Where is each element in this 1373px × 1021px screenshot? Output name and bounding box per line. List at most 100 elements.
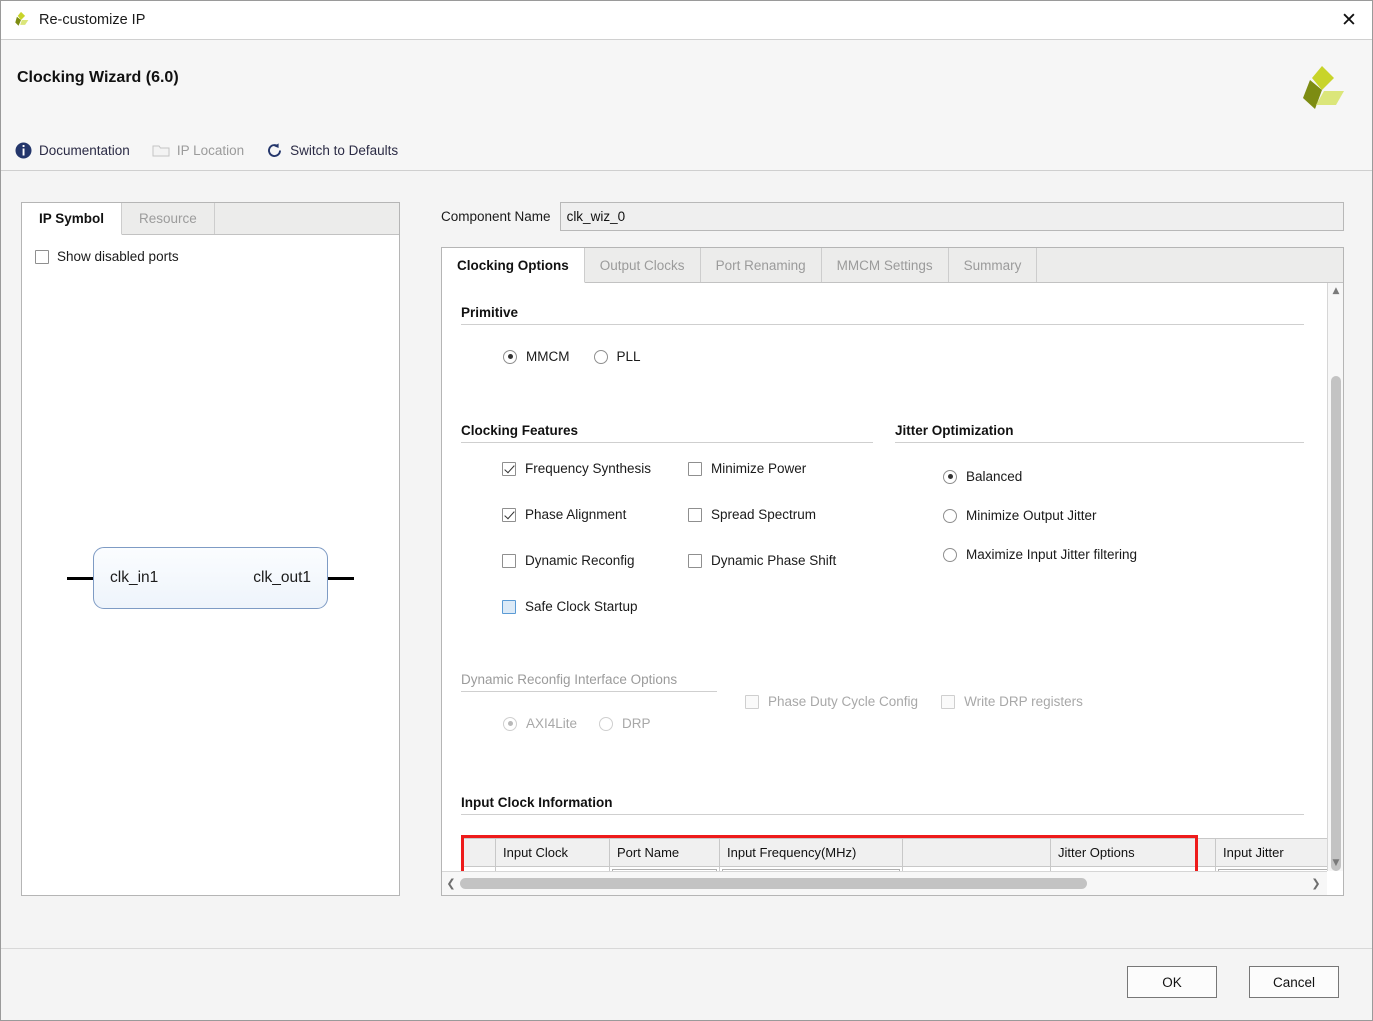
checkbox-box (941, 694, 956, 709)
title-bar: Re-customize IP ✕ (1, 1, 1372, 40)
tab-output-clocks[interactable]: Output Clocks (585, 248, 701, 282)
input-clock-information-title: Input Clock Information (461, 795, 613, 810)
switch-to-defaults-label: Switch to Defaults (290, 142, 399, 158)
radio-pll[interactable]: PLL (593, 349, 641, 364)
clocking-features-title: Clocking Features (461, 423, 579, 438)
ok-button[interactable]: OK (1127, 966, 1217, 998)
ip-symbol-tabstrip: IP Symbol Resource (22, 203, 399, 235)
col-port-name: Port Name (609, 838, 720, 867)
radio-indicator (943, 547, 957, 562)
output-port-label: clk_out1 (253, 569, 311, 586)
spread-spectrum-label: Spread Spectrum (711, 507, 817, 522)
write-drp-registers-label: Write DRP registers (964, 694, 1083, 709)
maximize-input-jitter-filtering-label: Maximize Input Jitter filtering (966, 547, 1138, 562)
axi4lite-label: AXI4Lite (526, 716, 578, 731)
checkbox-dynamic-phase-shift[interactable]: Dynamic Phase Shift (688, 553, 836, 568)
show-disabled-ports-checkbox[interactable]: Show disabled ports (35, 249, 179, 264)
settings-tabbox: Clocking Options Output Clocks Port Rena… (441, 247, 1344, 896)
col-frequency-range (902, 838, 1051, 867)
configuration-panel: Component Name clk_wiz_0 Clocking Option… (441, 202, 1344, 896)
input-port-stub (67, 576, 93, 580)
checkbox-box (688, 461, 702, 476)
primitive-section: Primitive (461, 305, 1304, 325)
dialog-body: IP Symbol Resource Show disabled ports c… (1, 171, 1372, 948)
input-clock-table-wrap: Input Clock Port Name Input Frequency(MH… (461, 838, 1327, 871)
checkbox-box (502, 599, 516, 614)
tab-port-renaming[interactable]: Port Renaming (701, 248, 822, 282)
dynamic-reconfig-label: Dynamic Reconfig (525, 553, 635, 568)
scroll-down-icon[interactable]: ▼ (1328, 855, 1344, 871)
col-input-frequency: Input Frequency(MHz) (719, 838, 903, 867)
vertical-scrollbar-thumb[interactable] (1331, 376, 1341, 871)
checkbox-spread-spectrum[interactable]: Spread Spectrum (688, 507, 836, 522)
scroll-up-icon[interactable]: ▲ (1328, 283, 1344, 299)
tabstrip-filler (1037, 248, 1343, 282)
minimize-output-jitter-label: Minimize Output Jitter (966, 508, 1097, 523)
component-name-input[interactable]: clk_wiz_0 (559, 202, 1344, 231)
checkbox-minimize-power[interactable]: Minimize Power (688, 461, 836, 476)
radio-balanced[interactable]: Balanced (943, 469, 1137, 484)
checkbox-phase-alignment[interactable]: Phase Alignment (502, 507, 651, 522)
radio-minimize-output-jitter[interactable]: Minimize Output Jitter (943, 508, 1137, 523)
dynamic-reconfig-rule (461, 691, 717, 692)
documentation-button[interactable]: Documentation (15, 142, 130, 159)
checkbox-box (688, 553, 702, 568)
info-icon (15, 142, 32, 158)
xilinx-logo-icon (15, 11, 29, 26)
tab-resource[interactable]: Resource (122, 203, 215, 234)
component-name-row: Component Name clk_wiz_0 (441, 202, 1344, 231)
col-input-jitter: Input Jitter (1215, 838, 1327, 867)
horizontal-scrollbar-thumb[interactable] (460, 878, 1087, 889)
window-title: Re-customize IP (39, 12, 146, 28)
radio-mmcm[interactable]: MMCM (503, 349, 570, 364)
tab-clocking-options[interactable]: Clocking Options (442, 248, 585, 283)
checkbox-frequency-synthesis[interactable]: Frequency Synthesis (502, 461, 651, 476)
clocking-features-col2: Minimize Power Spread Spectrum Dynamic P… (688, 461, 836, 568)
close-icon[interactable]: ✕ (1334, 7, 1364, 33)
refresh-icon (268, 142, 282, 157)
input-port-label: clk_in1 (110, 569, 159, 586)
vertical-scrollbar[interactable]: ▲ ▼ (1327, 283, 1343, 871)
dialog-header: Clocking Wizard (6.0) (1, 40, 1372, 130)
checkbox-box (688, 507, 702, 522)
checkbox-box (502, 507, 516, 522)
jitter-optimization-rule (895, 442, 1304, 443)
jitter-optimization-radio-group: Balanced Minimize Output Jitter Maximize… (943, 469, 1137, 562)
tab-mmcm-settings[interactable]: MMCM Settings (822, 248, 949, 282)
dynamic-reconfig-title: Dynamic Reconfig Interface Options (461, 672, 678, 687)
dynamic-phase-shift-label: Dynamic Phase Shift (711, 553, 837, 568)
checkbox-safe-clock-startup[interactable]: Safe Clock Startup (502, 599, 651, 614)
output-port-stub (328, 576, 354, 580)
switch-to-defaults-button[interactable]: Switch to Defaults (266, 142, 398, 159)
clocking-features-rule (461, 442, 873, 443)
phase-duty-cycle-config-label: Phase Duty Cycle Config (768, 694, 919, 709)
checkbox-write-drp-registers[interactable]: Write DRP registers (941, 694, 1083, 709)
col-select (461, 838, 496, 867)
radio-mmcm-label: MMCM (526, 349, 570, 364)
ip-symbol-diagram: clk_in1 clk_out1 (22, 533, 399, 623)
radio-axi4lite[interactable]: AXI4Lite (503, 716, 577, 731)
component-name-label: Component Name (441, 209, 551, 224)
checkbox-dynamic-reconfig[interactable]: Dynamic Reconfig (502, 553, 651, 568)
ip-location-button[interactable]: IP Location (152, 143, 244, 158)
phase-alignment-label: Phase Alignment (525, 507, 627, 522)
radio-drp[interactable]: DRP (599, 716, 651, 731)
checkbox-phase-duty-cycle-config[interactable]: Phase Duty Cycle Config (745, 694, 918, 709)
re-customize-ip-dialog: Re-customize IP ✕ Clocking Wizard (6.0) … (0, 0, 1373, 1021)
cancel-button[interactable]: Cancel (1249, 966, 1339, 998)
col-input-clock: Input Clock (495, 838, 610, 867)
scroll-right-icon[interactable]: ❯ (1307, 877, 1325, 890)
primitive-radio-group: MMCM PLL (503, 349, 641, 364)
ip-symbol-panel: IP Symbol Resource Show disabled ports c… (21, 202, 400, 896)
clocking-options-pane: Primitive MMCM PLL Clocking Features Fre… (442, 283, 1327, 871)
tab-summary[interactable]: Summary (949, 248, 1038, 282)
checkbox-box (35, 249, 49, 264)
drp-label: DRP (622, 716, 651, 731)
horizontal-scrollbar[interactable]: ❮ ❯ (442, 871, 1327, 895)
radio-indicator (599, 716, 614, 731)
tab-ip-symbol[interactable]: IP Symbol (22, 203, 123, 235)
dialog-footer: OK Cancel (1, 948, 1372, 1020)
scroll-left-icon[interactable]: ❮ (442, 877, 460, 890)
radio-maximize-input-jitter-filtering[interactable]: Maximize Input Jitter filtering (943, 547, 1137, 562)
radio-indicator (503, 349, 517, 364)
